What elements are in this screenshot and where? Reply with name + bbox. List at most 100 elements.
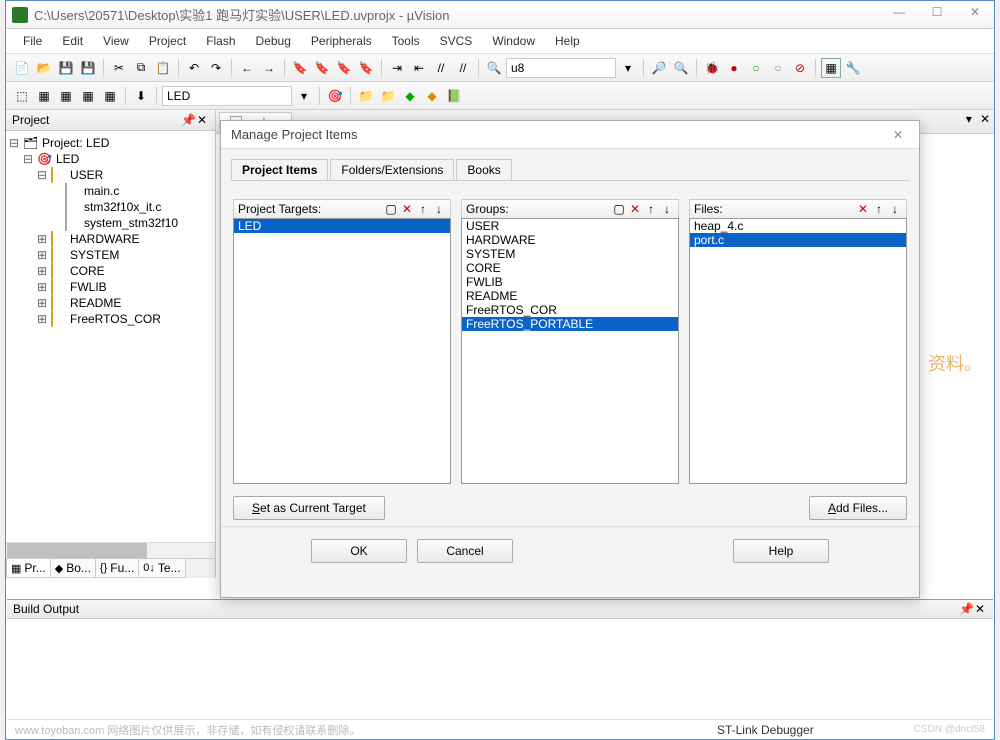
tree-file[interactable]: system_stm32f10 — [84, 216, 178, 230]
tab-project[interactable]: ▦ Pr... — [6, 559, 51, 578]
open-file-icon[interactable]: 📂 — [34, 58, 54, 78]
list-item[interactable]: README — [462, 289, 678, 303]
save-all-icon[interactable]: 💾 — [78, 58, 98, 78]
dialog-close-icon[interactable]: ✕ — [887, 128, 909, 142]
uncomment-icon[interactable]: // — [453, 58, 473, 78]
expander-icon[interactable]: ⊟ — [22, 152, 34, 166]
menu-flash[interactable]: Flash — [197, 31, 244, 51]
configure-icon[interactable]: 🔧 — [843, 58, 863, 78]
expander-icon[interactable]: ⊞ — [36, 264, 48, 278]
tree-group[interactable]: HARDWARE — [70, 232, 140, 246]
expander-icon[interactable]: ⊞ — [36, 296, 48, 310]
move-down-icon[interactable]: ↓ — [888, 202, 902, 216]
nav-fwd-icon[interactable]: → — [259, 58, 279, 78]
breakpoint-insert-icon[interactable]: ● — [724, 58, 744, 78]
target-dropdown-icon[interactable]: ▾ — [294, 86, 314, 106]
tab-folders-extensions[interactable]: Folders/Extensions — [330, 159, 454, 180]
groups-listbox[interactable]: USER HARDWARE SYSTEM CORE FWLIB README F… — [461, 218, 679, 484]
build-icon[interactable]: ▦ — [34, 86, 54, 106]
breakpoint-kill-icon[interactable]: ⊘ — [790, 58, 810, 78]
set-current-target-button[interactable]: Set as Current Target — [233, 496, 385, 520]
list-item[interactable]: HARDWARE — [462, 233, 678, 247]
pack-installer-icon[interactable]: ◆ — [422, 86, 442, 106]
list-item[interactable]: FreeRTOS_COR — [462, 303, 678, 317]
move-up-icon[interactable]: ↑ — [644, 202, 658, 216]
find-in-files-icon[interactable]: 🔎 — [649, 58, 669, 78]
translate-icon[interactable]: ⬚ — [12, 86, 32, 106]
tree-root[interactable]: Project: LED — [42, 136, 109, 150]
move-down-icon[interactable]: ↓ — [432, 202, 446, 216]
expander-icon[interactable]: ⊟ — [36, 168, 48, 182]
panel-close-icon[interactable]: ✕ — [195, 113, 209, 127]
menu-svcs[interactable]: SVCS — [431, 31, 482, 51]
new-file-icon[interactable]: 📄 — [12, 58, 32, 78]
select-packs-icon[interactable]: ◆ — [400, 86, 420, 106]
tree-group[interactable]: FreeRTOS_COR — [70, 312, 161, 326]
batch-build-icon[interactable]: ▦ — [78, 86, 98, 106]
help-button[interactable]: Help — [733, 539, 829, 563]
manage-items-icon[interactable]: 📁 — [356, 86, 376, 106]
tab-templates[interactable]: 0↓ Te... — [138, 559, 185, 578]
tree-file[interactable]: main.c — [84, 184, 119, 198]
target-options-icon[interactable]: 🎯 — [325, 86, 345, 106]
rebuild-icon[interactable]: ▦ — [56, 86, 76, 106]
delete-icon[interactable]: ✕ — [628, 202, 642, 216]
tab-books[interactable]: ◆ Bo... — [50, 559, 96, 578]
stop-build-icon[interactable]: ▦ — [100, 86, 120, 106]
bookmark-next-icon[interactable]: 🔖 — [334, 58, 354, 78]
books-icon[interactable]: 📗 — [444, 86, 464, 106]
tab-project-items[interactable]: Project Items — [231, 159, 328, 180]
cancel-button[interactable]: Cancel — [417, 539, 513, 563]
search-input[interactable] — [506, 58, 616, 78]
expander-icon[interactable]: ⊞ — [36, 280, 48, 294]
list-item[interactable]: FreeRTOS_PORTABLE — [462, 317, 678, 331]
move-down-icon[interactable]: ↓ — [660, 202, 674, 216]
add-files-button[interactable]: Add Files... — [809, 496, 907, 520]
search-dropdown-icon[interactable]: ▾ — [618, 58, 638, 78]
pin-icon[interactable]: 📌 — [959, 602, 973, 616]
expander-icon[interactable]: ⊟ — [8, 136, 20, 150]
menu-help[interactable]: Help — [546, 31, 589, 51]
find-icon[interactable]: 🔍 — [484, 58, 504, 78]
breakpoint-enable-icon[interactable]: ○ — [746, 58, 766, 78]
tree-group[interactable]: CORE — [70, 264, 105, 278]
bookmark-icon[interactable]: 🔖 — [290, 58, 310, 78]
paste-icon[interactable]: 📋 — [153, 58, 173, 78]
menu-view[interactable]: View — [94, 31, 138, 51]
outdent-icon[interactable]: ⇤ — [409, 58, 429, 78]
menu-file[interactable]: File — [14, 31, 51, 51]
tab-books[interactable]: Books — [456, 159, 511, 180]
undo-icon[interactable]: ↶ — [184, 58, 204, 78]
window-toggle-icon[interactable]: ▦ — [821, 58, 841, 78]
horizontal-scrollbar[interactable] — [6, 542, 215, 558]
build-output-body[interactable] — [7, 619, 993, 715]
editor-close-icon[interactable]: ✕ — [980, 112, 990, 126]
manage-components-icon[interactable]: 📁 — [378, 86, 398, 106]
nav-back-icon[interactable]: ← — [237, 58, 257, 78]
debug-icon[interactable]: 🐞 — [702, 58, 722, 78]
menu-window[interactable]: Window — [483, 31, 544, 51]
list-item[interactable]: CORE — [462, 261, 678, 275]
list-item[interactable]: heap_4.c — [690, 219, 906, 233]
tree-group[interactable]: SYSTEM — [70, 248, 119, 262]
list-item[interactable]: USER — [462, 219, 678, 233]
delete-icon[interactable]: ✕ — [400, 202, 414, 216]
pin-icon[interactable]: 📌 — [181, 113, 195, 127]
files-listbox[interactable]: heap_4.c port.c — [689, 218, 907, 484]
panel-close-icon[interactable]: ✕ — [973, 602, 987, 616]
tree-file[interactable]: stm32f10x_it.c — [84, 200, 161, 214]
download-icon[interactable]: ⬇ — [131, 86, 151, 106]
new-icon[interactable]: ▢ — [384, 202, 398, 216]
targets-listbox[interactable]: LED — [233, 218, 451, 484]
ok-button[interactable]: OK — [311, 539, 407, 563]
tab-functions[interactable]: {} Fu... — [95, 559, 139, 578]
minimize-button[interactable]: — — [886, 5, 912, 25]
incremental-find-icon[interactable]: 🔍 — [671, 58, 691, 78]
tree-group[interactable]: README — [70, 296, 121, 310]
new-icon[interactable]: ▢ — [612, 202, 626, 216]
move-up-icon[interactable]: ↑ — [416, 202, 430, 216]
comment-icon[interactable]: // — [431, 58, 451, 78]
expander-icon[interactable]: ⊞ — [36, 232, 48, 246]
redo-icon[interactable]: ↷ — [206, 58, 226, 78]
move-up-icon[interactable]: ↑ — [872, 202, 886, 216]
